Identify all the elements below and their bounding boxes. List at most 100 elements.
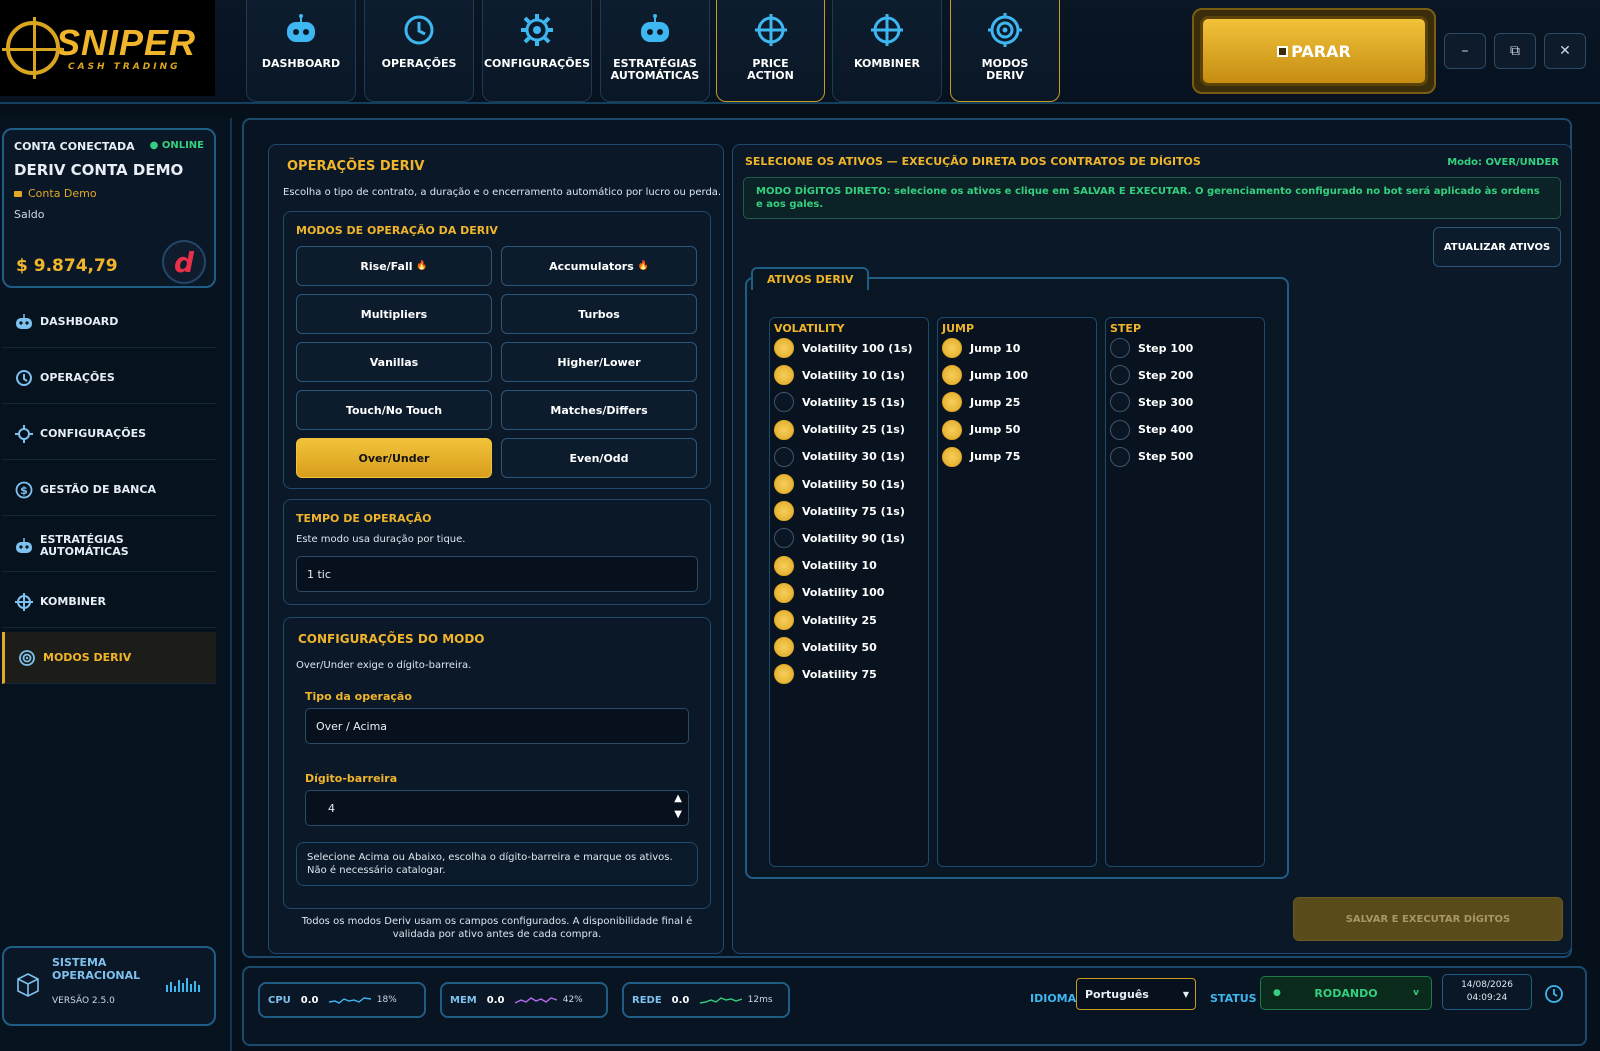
asset-checkbox[interactable]: Step 200: [1110, 365, 1193, 386]
language-select[interactable]: Português ▼: [1076, 978, 1196, 1010]
asset-checkbox[interactable]: Volatility 90 (1s): [774, 528, 905, 549]
modes-panel: MODOS DE OPERAÇÃO DA DERIV Rise/Fall 🔥 A…: [283, 211, 711, 489]
clock-icon[interactable]: [1544, 984, 1564, 1008]
asset-label: Jump 25: [970, 395, 1021, 409]
assets-title: SELECIONE OS ATIVOS — EXECUÇÃO DIRETA DO…: [745, 155, 1201, 168]
restore-button[interactable]: ⧉: [1494, 33, 1536, 69]
asset-checkbox[interactable]: Volatility 15 (1s): [774, 392, 905, 413]
tab-configuracoes[interactable]: CONFIGURAÇÕES: [482, 0, 592, 102]
barrier-label: Dígito-barreira: [305, 772, 398, 785]
ops-footer: Todos os modos Deriv usam os campos conf…: [301, 916, 693, 940]
unchecked-circle-icon: [1110, 338, 1130, 358]
unchecked-circle-icon: [1110, 419, 1130, 440]
save-execute-button[interactable]: SALVAR E EXECUTAR DÍGITOS: [1293, 897, 1563, 941]
asset-label: Step 400: [1138, 423, 1194, 437]
mode-multipliers-button[interactable]: Multipliers: [296, 294, 492, 334]
tab-estrategias[interactable]: ESTRATÉGIAS AUTOMÁTICAS: [600, 0, 710, 102]
sidebar-item-configuracoes[interactable]: CONFIGURAÇÕES: [2, 408, 216, 460]
asset-checkbox[interactable]: Volatility 10 (1s): [774, 365, 905, 386]
stop-button[interactable]: PARAR: [1200, 16, 1428, 86]
asset-checkbox[interactable]: Volatility 30 (1s): [774, 446, 905, 467]
language-label: IDIOMA: [1030, 992, 1077, 1005]
sidebar-item-modos-deriv[interactable]: MODOS DERIV: [2, 632, 216, 684]
asset-label: Step 500: [1138, 450, 1194, 464]
stepper-down-icon[interactable]: ▼: [674, 809, 682, 820]
clock-display: 14/08/2026 04:09:24: [1442, 974, 1532, 1010]
ops-panel: OPERAÇÕES DERIV Escolha o tipo de contra…: [268, 144, 724, 954]
sidebar-item-gestao-banca[interactable]: $ GESTÃO DE BANCA: [2, 464, 216, 516]
checked-circle-icon: [774, 555, 794, 576]
mode-touch-no-touch-button[interactable]: Touch/No Touch: [296, 390, 492, 430]
unchecked-circle-icon: [1110, 365, 1130, 386]
asset-label: Volatility 50 (1s): [802, 477, 905, 491]
mode-rise-fall-button[interactable]: Rise/Fall 🔥: [296, 246, 492, 286]
mode-matches-differs-button[interactable]: Matches/Differs: [501, 390, 697, 430]
mode-over-under-button[interactable]: Over/Under: [296, 438, 492, 478]
barrier-digit-stepper[interactable]: 4 ▲ ▼: [305, 790, 689, 826]
asset-checkbox[interactable]: Jump 10: [942, 338, 1020, 358]
asset-checkbox[interactable]: Jump 100: [942, 365, 1028, 386]
asset-checkbox[interactable]: Volatility 25 (1s): [774, 419, 905, 440]
sidebar-item-dashboard[interactable]: DASHBOARD: [2, 296, 216, 348]
sidebar-item-operacoes[interactable]: OPERAÇÕES: [2, 352, 216, 404]
asset-label: Step 300: [1138, 395, 1194, 409]
mode-turbos-button[interactable]: Turbos: [501, 294, 697, 334]
asset-label: Volatility 90 (1s): [802, 531, 905, 545]
asset-checkbox[interactable]: Volatility 75: [774, 664, 877, 685]
refresh-assets-button[interactable]: ATUALIZAR ATIVOS: [1433, 227, 1561, 267]
run-status-badge[interactable]: ● RODANDO v: [1260, 976, 1432, 1010]
asset-checkbox[interactable]: Step 500: [1110, 446, 1194, 467]
asset-checkbox[interactable]: Jump 50: [942, 419, 1020, 440]
asset-checkbox[interactable]: Jump 75: [942, 446, 1020, 467]
asset-label: Step 100: [1138, 341, 1194, 355]
asset-checkbox[interactable]: Step 100: [1110, 338, 1193, 358]
asset-checkbox[interactable]: Volatility 50 (1s): [774, 474, 905, 494]
asset-label: Volatility 75 (1s): [802, 504, 905, 518]
checked-circle-icon: [942, 365, 962, 386]
checked-circle-icon: [774, 610, 794, 630]
tab-dashboard[interactable]: DASHBOARD: [246, 0, 356, 102]
asset-checkbox[interactable]: Volatility 50: [774, 637, 877, 658]
asset-checkbox[interactable]: Volatility 10: [774, 555, 877, 576]
minimize-button[interactable]: –: [1444, 33, 1486, 69]
tab-operacoes[interactable]: OPERAÇÕES: [364, 0, 474, 102]
net-meter: REDE 0.0 12ms: [622, 982, 790, 1018]
mode-accumulators-button[interactable]: Accumulators 🔥: [501, 246, 697, 286]
mode-hint: Selecione Acima ou Abaixo, escolha o díg…: [296, 842, 698, 886]
fire-icon: 🔥: [637, 261, 649, 271]
close-button[interactable]: ✕: [1544, 33, 1586, 69]
asset-checkbox[interactable]: Jump 25: [942, 392, 1021, 413]
time-title: TEMPO DE OPERAÇÃO: [296, 512, 432, 525]
asset-label: Volatility 25: [802, 613, 877, 627]
op-type-select[interactable]: Over / Acima: [305, 708, 689, 744]
duration-input[interactable]: 1 tic: [296, 556, 698, 592]
asset-column-title: STEP: [1110, 322, 1142, 335]
stepper-up-icon[interactable]: ▲: [674, 793, 682, 804]
asset-checkbox[interactable]: Volatility 100: [774, 582, 884, 603]
mode-higher-lower-button[interactable]: Higher/Lower: [501, 342, 697, 382]
checked-circle-icon: [774, 501, 794, 522]
asset-checkbox[interactable]: Volatility 100 (1s): [774, 338, 913, 358]
asset-checkbox[interactable]: Step 400: [1110, 419, 1194, 440]
asset-checkbox[interactable]: Volatility 25: [774, 610, 877, 630]
checked-circle-icon: [774, 664, 794, 685]
asset-checkbox[interactable]: Volatility 75 (1s): [774, 501, 905, 522]
mode-vanillas-button[interactable]: Vanillas: [296, 342, 492, 382]
op-type-label: Tipo da operação: [305, 690, 412, 703]
sidebar-item-estrategias[interactable]: ESTRATÉGIAS AUTOMÁTICAS: [2, 520, 216, 572]
crosshair-logo-icon: [2, 17, 64, 79]
asset-column-volatility: VOLATILITY Volatility 100 (1s) Volatility …: [769, 317, 929, 867]
tab-price-action[interactable]: PRICE ACTION: [716, 0, 825, 102]
asset-label: Volatility 100 (1s): [802, 341, 913, 355]
sidebar-item-kombiner[interactable]: KOMBINER: [2, 576, 216, 628]
mode-even-odd-button[interactable]: Even/Odd: [501, 438, 697, 478]
tab-kombiner[interactable]: KOMBINER: [832, 0, 942, 102]
checked-circle-icon: [774, 474, 794, 494]
checked-circle-icon: [774, 637, 794, 658]
tab-modos-deriv[interactable]: MODOS DERIV: [950, 0, 1060, 102]
wallet-icon: [14, 190, 22, 197]
sidebar: CONTA CONECTADA ● ONLINE DERIV CONTA DEM…: [0, 118, 232, 1051]
asset-checkbox[interactable]: Step 300: [1110, 392, 1194, 413]
barrier-value: 4: [328, 801, 335, 815]
gear-icon: [14, 424, 34, 444]
